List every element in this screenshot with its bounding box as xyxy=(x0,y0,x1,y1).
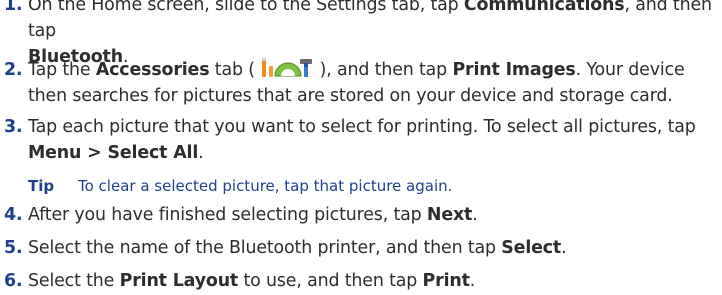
ui-term-menu-select-all: Menu > Select All xyxy=(28,143,199,163)
ui-term-accessories: Accessories xyxy=(95,60,210,80)
step-number: 4. xyxy=(4,205,23,225)
step-2: 2. Tap the Accessories tab ( ), and then… xyxy=(0,57,718,109)
step-number: 3. xyxy=(4,117,23,137)
step-6: 6. Select the Print Layout to use, and t… xyxy=(0,268,718,294)
step-text: Tap each picture that you want to select… xyxy=(28,117,696,163)
step-text: Select the name of the Bluetooth printer… xyxy=(28,238,567,258)
tip-note: Tip To clear a selected picture, tap that… xyxy=(28,176,452,196)
accessories-tab-icon xyxy=(260,57,314,79)
step-number: 2. xyxy=(4,60,23,80)
ui-term-select: Select xyxy=(501,238,562,258)
ui-term-print-layout: Print Layout xyxy=(119,271,239,291)
step-5: 5. Select the name of the Bluetooth prin… xyxy=(0,235,718,261)
step-text: After you have finished selecting pictur… xyxy=(28,205,478,225)
ui-term-next: Next xyxy=(426,205,473,225)
ui-term-communications: Communications xyxy=(463,0,625,15)
step-number: 5. xyxy=(4,238,23,258)
ui-term-print: Print xyxy=(422,271,470,291)
ui-term-print-images: Print Images xyxy=(452,60,576,80)
step-text: Tap the Accessories tab ( ), and then ta… xyxy=(28,57,718,109)
tip-label: Tip xyxy=(28,177,55,195)
step-4: 4. After you have finished selecting pic… xyxy=(0,202,718,228)
step-3: 3. Tap each picture that you want to sel… xyxy=(0,114,718,166)
step-number: 1. xyxy=(4,0,23,15)
step-number: 6. xyxy=(4,271,23,291)
tip-text: To clear a selected picture, tap that pi… xyxy=(78,177,453,195)
step-text: Select the Print Layout to use, and then… xyxy=(28,271,476,291)
